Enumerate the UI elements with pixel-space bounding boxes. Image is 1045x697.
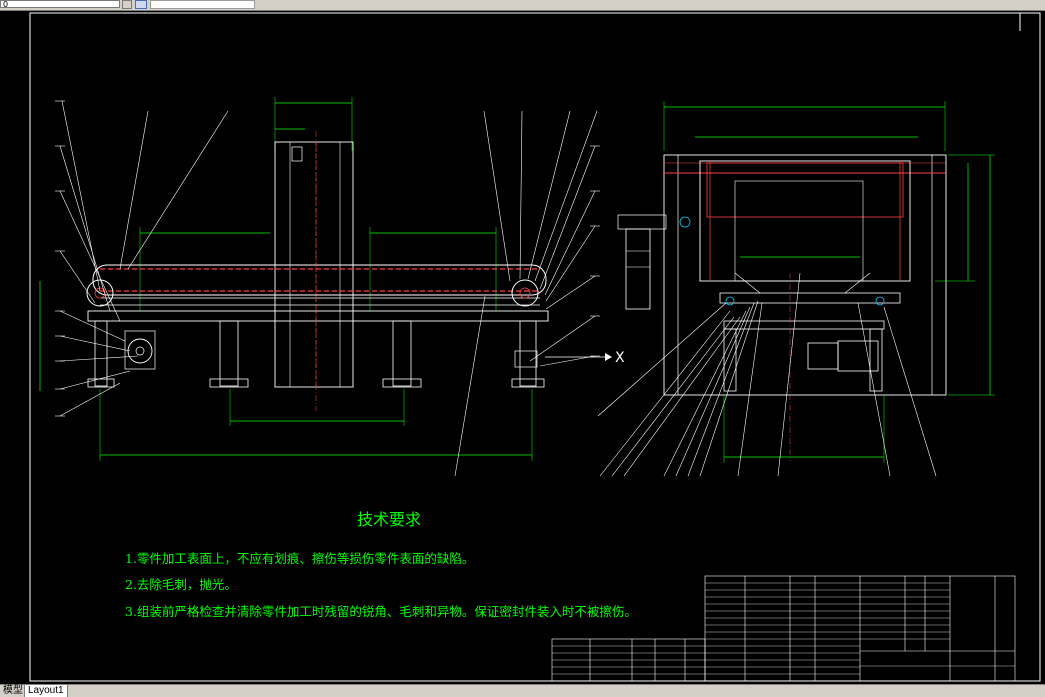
end-view [597,101,995,477]
title-block-rows [552,582,1015,675]
side-view [39,97,612,477]
tech-requirement-1: 1.零件加工表面上，不应有划痕、擦伤等损伤零件表面的缺陷。 [125,551,474,566]
tab-model[interactable]: 模型 [0,685,26,697]
layer-field[interactable] [150,0,255,9]
tech-title: 技术要求 [357,510,421,529]
tech-requirement-3: 3.组装前严格检查并清除零件加工时残留的锐角、毛刺和异物。保证密封件装入时不被擦… [125,604,637,619]
dropdown-arrow-icon[interactable] [122,0,132,9]
cad-drawing: X 技术要求 1.零件加工表面上，不应有划痕、擦伤等损伤零件表面的缺陷。 2.去… [29,12,1041,682]
top-toolbar: 0 [0,0,1045,11]
command-field[interactable]: 0 [0,0,120,9]
tab-layout1[interactable]: Layout1 [24,685,68,697]
drawing-canvas[interactable]: X 技术要求 1.零件加工表面上，不应有划痕、擦伤等损伤零件表面的缺陷。 2.去… [0,11,1045,684]
axis-mark: X [615,350,625,366]
layer-icon[interactable] [135,0,147,9]
title-block [551,575,1016,682]
layout-tab-bar: 模型 Layout1 [0,684,1045,697]
tech-requirement-2: 2.去除毛刺，抛光。 [125,577,237,592]
